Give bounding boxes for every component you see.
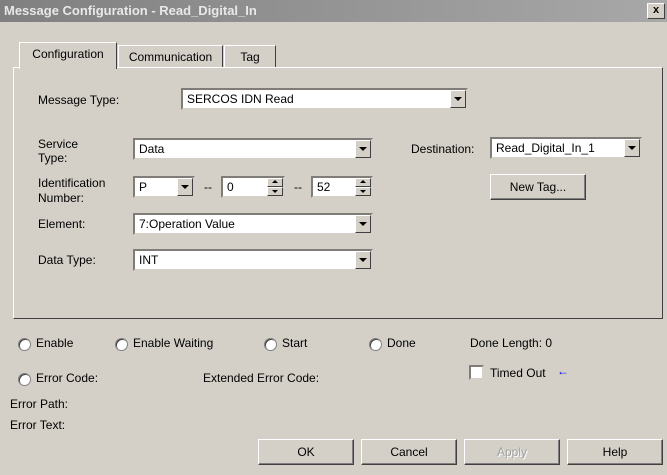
chevron-down-icon[interactable] [450,90,466,108]
spin-up-icon[interactable] [267,178,283,187]
element-value: 7:Operation Value [139,217,235,231]
identification-prefix-value: P [139,180,148,194]
spin-up-icon[interactable] [355,178,371,187]
spin-down-icon[interactable] [267,187,283,196]
new-tag-button[interactable]: New Tag... [490,174,586,200]
done-label: Done [387,336,416,350]
identification-number-spinner[interactable]: 52 [311,176,373,198]
error-text-label: Error Text: [10,418,66,432]
tab-tag[interactable]: Tag [224,45,276,68]
message-type-value: SERCOS IDN Read [187,92,294,106]
identification-separator: -- [294,180,302,194]
destination-select[interactable]: Read_Digital_In_1 [490,137,642,159]
service-type-label-line1: Service [38,137,79,151]
chevron-down-icon[interactable] [355,251,371,269]
extended-error-code-label: Extended Error Code: [203,371,320,385]
service-type-label-line2: Type: [38,151,68,165]
window-title: Message Configuration - Read_Digital_In [4,3,257,18]
enable-indicator [18,338,31,351]
apply-button[interactable]: Apply [464,439,560,465]
chevron-down-icon[interactable] [355,215,371,233]
cancel-button[interactable]: Cancel [361,439,457,465]
error-path-label: Error Path: [10,397,69,411]
done-length-text: Done Length: 0 [470,336,553,350]
chevron-down-icon[interactable] [624,139,640,157]
element-select[interactable]: 7:Operation Value [133,213,373,235]
identification-separator: -- [204,180,212,194]
start-label: Start [282,336,308,350]
done-indicator [369,338,382,351]
tab-configuration[interactable]: Configuration [19,42,117,69]
close-button[interactable]: x [647,3,665,19]
help-button[interactable]: Help [567,439,663,465]
error-code-indicator [18,373,31,386]
identification-label-line1: Identification [38,176,106,190]
timed-out-checkbox[interactable] [469,365,484,380]
destination-value: Read_Digital_In_1 [496,141,595,155]
service-type-select[interactable]: Data [133,138,373,160]
title-bar: Message Configuration - Read_Digital_In … [0,0,667,22]
arrow-left-icon: ← [557,364,569,378]
data-type-value: INT [139,253,159,267]
identification-label-line2: Number: [38,191,85,205]
close-icon: x [652,4,660,16]
ok-button[interactable]: OK [258,439,354,465]
chevron-down-icon[interactable] [355,140,371,158]
error-code-label: Error Code: [36,371,99,385]
enable-waiting-indicator [115,338,128,351]
spin-down-icon[interactable] [355,187,371,196]
enable-waiting-label: Enable Waiting [133,336,214,350]
identification-number-value: 52 [317,180,331,194]
data-type-select[interactable]: INT [133,249,373,271]
message-type-label: Message Type: [38,93,120,107]
enable-label: Enable [36,336,74,350]
destination-label: Destination: [411,142,475,156]
element-label: Element: [38,217,86,231]
message-type-select[interactable]: SERCOS IDN Read [181,88,468,110]
identification-set-spinner[interactable]: 0 [221,176,285,198]
data-type-label: Data Type: [38,253,96,267]
timed-out-label: Timed Out [490,366,546,380]
identification-set-value: 0 [227,180,234,194]
start-indicator [264,338,277,351]
chevron-down-icon[interactable] [177,178,193,196]
identification-prefix-select[interactable]: P [133,176,195,198]
service-type-value: Data [139,142,165,156]
tab-communication[interactable]: Communication [118,45,223,68]
